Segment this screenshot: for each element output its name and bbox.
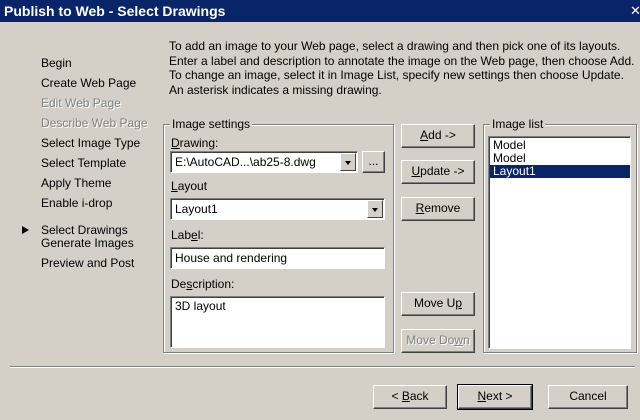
browse-drawing-button[interactable]: ... bbox=[362, 151, 385, 173]
description-label: Description: bbox=[171, 277, 235, 291]
image-list-legend: Image list bbox=[490, 117, 546, 131]
label-input[interactable]: House and rendering bbox=[170, 247, 385, 269]
nav-item-edit-web-page: Edit Web Page bbox=[41, 96, 121, 110]
add-button[interactable]: Add -> bbox=[401, 124, 475, 148]
chevron-down-icon bbox=[345, 161, 351, 165]
nav-item-generate-images[interactable]: Generate Images bbox=[41, 234, 134, 252]
footer-separator bbox=[10, 366, 635, 368]
back-button[interactable]: < Back bbox=[373, 385, 447, 409]
drawing-label: Drawing: bbox=[171, 136, 219, 150]
update-button[interactable]: Update -> bbox=[401, 160, 475, 184]
current-step-arrow-icon bbox=[22, 226, 29, 234]
nav-item-select-template[interactable]: Select Template bbox=[41, 154, 126, 172]
description-textarea[interactable]: 3D layout bbox=[170, 296, 385, 348]
move-down-button: Move Down bbox=[401, 329, 475, 353]
remove-button[interactable]: Remove bbox=[401, 197, 475, 221]
nav-item-create-web-page[interactable]: Create Web Page bbox=[41, 74, 136, 92]
layout-label: Layout bbox=[171, 179, 208, 193]
title-bar: Publish to Web - Select Drawings ✕ bbox=[0, 0, 640, 22]
close-icon[interactable]: ✕ bbox=[630, 4, 640, 18]
image-list-box[interactable]: Model Model Layout1 bbox=[488, 136, 631, 349]
layout-select-value: Layout1 bbox=[175, 202, 218, 216]
next-button[interactable]: Next > bbox=[457, 384, 533, 410]
nav-item-select-image-type[interactable]: Select Image Type bbox=[41, 134, 140, 152]
window-title: Publish to Web - Select Drawings bbox=[4, 3, 226, 19]
image-list-item-selected[interactable]: Layout1 bbox=[490, 165, 630, 178]
nav-item-enable-i-drop[interactable]: Enable i-drop bbox=[41, 194, 112, 212]
image-settings-legend: Image settings bbox=[170, 117, 253, 131]
move-up-button[interactable]: Move Up bbox=[401, 292, 475, 316]
nav-item-begin[interactable]: Begin bbox=[41, 54, 72, 72]
instructions-text: To add an image to your Web page, select… bbox=[169, 39, 635, 97]
drawing-select[interactable]: E:\AutoCAD...\ab25-8.dwg bbox=[170, 151, 358, 173]
drawing-dropdown-button[interactable] bbox=[340, 153, 356, 171]
layout-select[interactable]: Layout1 bbox=[170, 198, 385, 220]
drawing-select-value: E:\AutoCAD...\ab25-8.dwg bbox=[175, 155, 316, 169]
chevron-down-icon bbox=[372, 208, 378, 212]
cancel-button[interactable]: Cancel bbox=[548, 385, 628, 409]
layout-dropdown-button[interactable] bbox=[367, 200, 383, 218]
nav-item-preview-and-post[interactable]: Preview and Post bbox=[41, 254, 134, 272]
nav-item-apply-theme[interactable]: Apply Theme bbox=[41, 174, 111, 192]
nav-item-describe-web-page: Describe Web Page bbox=[41, 116, 148, 130]
label-field-label: Label: bbox=[171, 228, 204, 242]
